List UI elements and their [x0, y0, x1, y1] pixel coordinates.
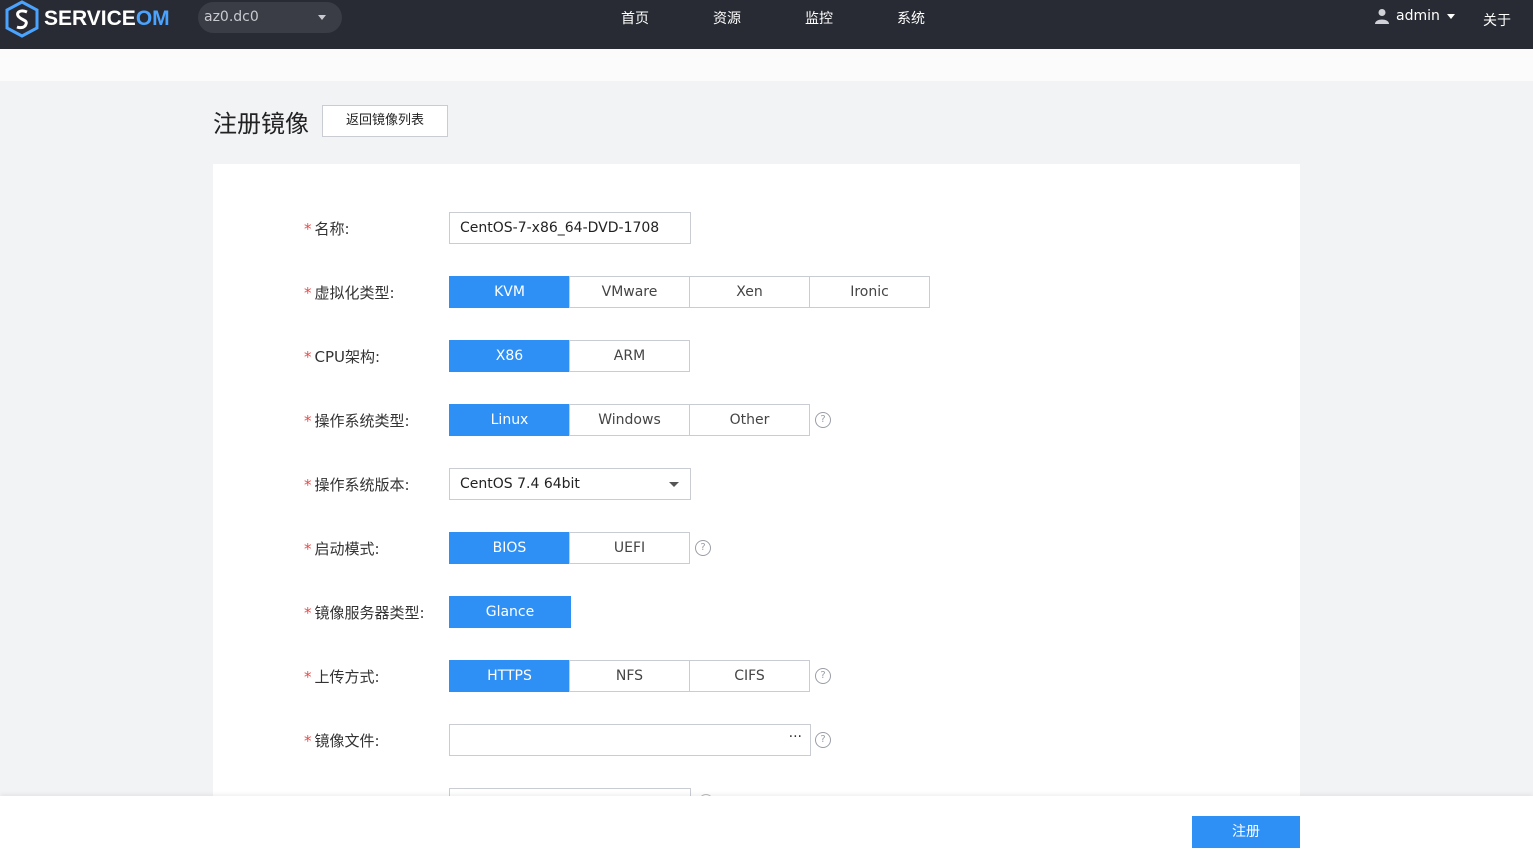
- nav-home[interactable]: 首页: [621, 8, 649, 28]
- required-mark: *: [304, 668, 312, 686]
- os-version-value: CentOS 7.4 64bit: [460, 476, 580, 492]
- serviceom-logo[interactable]: SERVICEOM: [4, 0, 170, 38]
- name-label: * 名称:: [304, 220, 350, 238]
- region-selector[interactable]: az0.dc0: [198, 2, 342, 33]
- boot-mode-option-bios[interactable]: BIOS: [449, 532, 570, 564]
- os-type-option-other[interactable]: Other: [689, 404, 810, 436]
- boot-mode-option-uefi[interactable]: UEFI: [569, 532, 690, 564]
- required-mark: *: [304, 476, 312, 494]
- virt-type-label: * 虚拟化类型:: [304, 284, 395, 302]
- upload-method-option-https[interactable]: HTTPS: [449, 660, 570, 692]
- help-icon[interactable]: ?: [815, 668, 831, 684]
- virt-type-option-vmware[interactable]: VMware: [569, 276, 690, 308]
- required-mark: *: [304, 220, 312, 238]
- register-submit-button[interactable]: 注册: [1192, 816, 1300, 848]
- user-menu[interactable]: admin: [1375, 8, 1455, 24]
- cpu-arch-option-x86[interactable]: X86: [449, 340, 570, 372]
- image-file-label: * 镜像文件:: [304, 732, 380, 750]
- image-server-toggle: Glance: [449, 596, 571, 628]
- os-type-option-windows[interactable]: Windows: [569, 404, 690, 436]
- nav-resources[interactable]: 资源: [713, 8, 741, 28]
- required-mark: *: [304, 284, 312, 302]
- boot-mode-label: * 启动模式:: [304, 540, 380, 558]
- upload-method-option-cifs[interactable]: CIFS: [689, 660, 810, 692]
- upload-method-toggle: HTTPS NFS CIFS: [449, 660, 810, 692]
- logo-text-suffix: OM: [135, 7, 170, 30]
- required-mark: *: [304, 540, 312, 558]
- required-mark: *: [304, 604, 312, 622]
- logo-text-prefix: SERVICE: [44, 7, 136, 30]
- nav-system[interactable]: 系统: [897, 8, 925, 28]
- boot-mode-toggle: BIOS UEFI: [449, 532, 690, 564]
- form-footer: 注册: [0, 796, 1533, 856]
- cpu-arch-toggle: X86 ARM: [449, 340, 690, 372]
- image-file-input[interactable]: ···: [449, 724, 811, 756]
- os-version-row: * 操作系统版本: CentOS 7.4 64bit: [213, 468, 1300, 500]
- help-icon[interactable]: ?: [695, 540, 711, 556]
- sub-header-bar: [0, 49, 1533, 81]
- nav-monitoring[interactable]: 监控: [805, 8, 833, 28]
- help-icon[interactable]: ?: [815, 412, 831, 428]
- user-name: admin: [1396, 8, 1440, 24]
- image-file-row: * 镜像文件: ··· ?: [213, 724, 1300, 756]
- virt-type-row: * 虚拟化类型: KVM VMware Xen Ironic: [213, 276, 1300, 308]
- os-type-toggle: Linux Windows Other: [449, 404, 810, 436]
- os-type-label: * 操作系统类型:: [304, 412, 410, 430]
- cpu-arch-label: * CPU架构:: [304, 348, 381, 366]
- boot-mode-row: * 启动模式: BIOS UEFI ?: [213, 532, 1300, 564]
- upload-method-option-nfs[interactable]: NFS: [569, 660, 690, 692]
- os-version-select[interactable]: CentOS 7.4 64bit: [449, 468, 691, 500]
- virt-type-toggle: KVM VMware Xen Ironic: [449, 276, 930, 308]
- help-icon[interactable]: ?: [815, 732, 831, 748]
- cpu-arch-option-arm[interactable]: ARM: [569, 340, 690, 372]
- about-link[interactable]: 关于: [1483, 10, 1511, 30]
- upload-method-label: * 上传方式:: [304, 668, 380, 686]
- virt-type-option-ironic[interactable]: Ironic: [809, 276, 930, 308]
- browse-icon[interactable]: ···: [789, 729, 802, 745]
- logo-hexagon-icon: [5, 0, 39, 38]
- required-mark: *: [304, 412, 312, 430]
- back-to-image-list-button[interactable]: 返回镜像列表: [322, 105, 448, 137]
- required-mark: *: [304, 348, 312, 366]
- virt-type-option-xen[interactable]: Xen: [689, 276, 810, 308]
- os-version-label: * 操作系统版本:: [304, 476, 410, 494]
- required-mark: *: [304, 732, 312, 750]
- virt-type-option-kvm[interactable]: KVM: [449, 276, 570, 308]
- logo-text: SERVICEOM: [44, 7, 170, 31]
- image-server-option-glance[interactable]: Glance: [449, 596, 571, 628]
- os-type-option-linux[interactable]: Linux: [449, 404, 570, 436]
- name-row: * 名称: CentOS-7-x86_64-DVD-1708: [213, 212, 1300, 244]
- top-navigation-bar: SERVICEOM az0.dc0 首页 资源 监控 系统 admin 关于: [0, 0, 1533, 49]
- os-type-row: * 操作系统类型: Linux Windows Other ?: [213, 404, 1300, 436]
- image-server-label: * 镜像服务器类型:: [304, 604, 425, 622]
- upload-method-row: * 上传方式: HTTPS NFS CIFS ?: [213, 660, 1300, 692]
- name-input[interactable]: CentOS-7-x86_64-DVD-1708: [449, 212, 691, 244]
- image-server-row: * 镜像服务器类型: Glance: [213, 596, 1300, 628]
- chevron-down-icon: [1446, 13, 1455, 19]
- chevron-down-icon: [669, 482, 679, 487]
- region-value: az0.dc0: [204, 9, 259, 25]
- page-title: 注册镜像: [213, 110, 309, 138]
- chevron-down-icon: [318, 15, 326, 20]
- register-image-form: * 名称: CentOS-7-x86_64-DVD-1708 * 虚拟化类型: KV…: [213, 164, 1300, 808]
- user-icon: [1375, 9, 1389, 24]
- cpu-arch-row: * CPU架构: X86 ARM: [213, 340, 1300, 372]
